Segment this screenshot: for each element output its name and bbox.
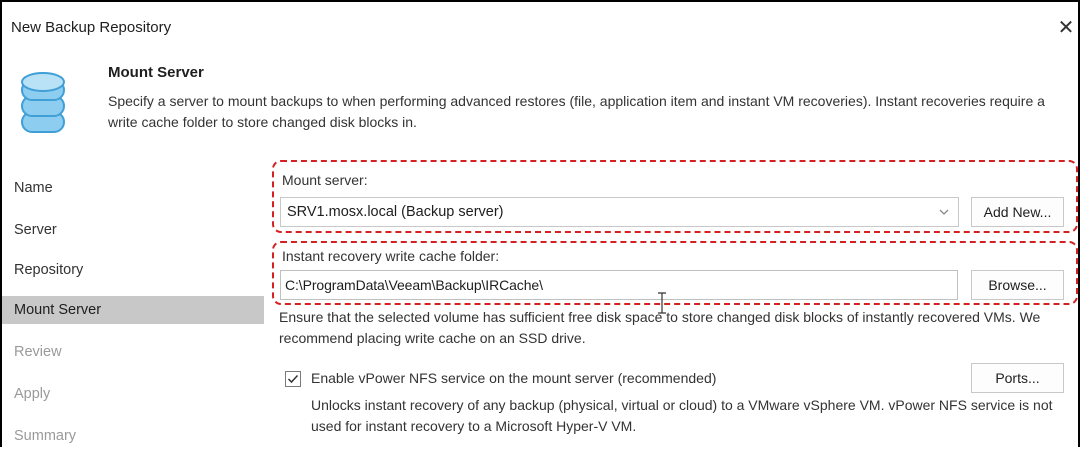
sidebar-item-server[interactable]: Server	[2, 216, 264, 244]
sidebar-item-name[interactable]: Name	[2, 174, 264, 202]
cache-folder-label: Instant recovery write cache folder:	[282, 248, 500, 264]
cache-folder-note: Ensure that the selected volume has suff…	[279, 309, 1041, 346]
window-title: New Backup Repository	[11, 19, 172, 36]
page-description: Specify a server to mount backups to whe…	[108, 93, 1045, 130]
sidebar-item-apply: Apply	[14, 386, 51, 402]
text-cursor-icon	[657, 292, 667, 319]
new-backup-repository-window: New Backup Repository ✕ Mount Server Spe…	[0, 0, 1080, 447]
chevron-down-icon	[938, 205, 950, 223]
database-icon	[20, 70, 66, 141]
close-icon[interactable]: ✕	[1054, 18, 1078, 40]
page-title: Mount Server	[108, 64, 204, 81]
mount-server-dropdown[interactable]: SRV1.mosx.local (Backup server)	[280, 197, 959, 227]
nfs-note: Unlocks instant recovery of any backup (…	[311, 397, 1053, 434]
add-new-button[interactable]: Add New...	[971, 197, 1064, 227]
title-bar: New Backup Repository ✕	[2, 2, 1078, 38]
nfs-checkbox-label[interactable]: Enable vPower NFS service on the mount s…	[311, 370, 716, 386]
sidebar-item-mount-server[interactable]: Mount Server	[2, 296, 264, 324]
sidebar-item-repository[interactable]: Repository	[2, 256, 264, 284]
mount-server-value: SRV1.mosx.local (Backup server)	[287, 204, 504, 220]
nfs-checkbox[interactable]	[285, 371, 301, 387]
browse-button[interactable]: Browse...	[971, 270, 1064, 300]
cache-folder-value: C:\ProgramData\Veeam\Backup\IRCache\	[285, 277, 543, 293]
cache-folder-input[interactable]: C:\ProgramData\Veeam\Backup\IRCache\	[280, 270, 958, 300]
ports-button[interactable]: Ports...	[971, 363, 1064, 393]
sidebar-item-review: Review	[14, 344, 62, 360]
sidebar-item-summary: Summary	[14, 428, 77, 444]
mount-server-label: Mount server:	[282, 172, 368, 188]
